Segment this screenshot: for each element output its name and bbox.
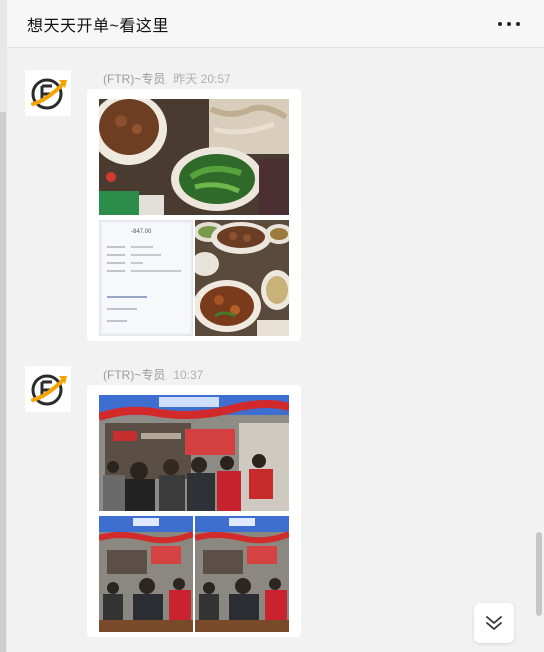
chat-header: 想天天开单~看这里 [7,0,544,48]
sender-line: (FTR)~专员 10:37 [103,366,203,383]
food-soup-photo[interactable] [99,99,289,215]
avatar[interactable] [25,70,71,116]
scroll-to-bottom-button[interactable] [474,603,514,643]
food-dishes-photo[interactable] [195,220,289,336]
image-bubble: -847.00 [87,89,301,341]
ftr-logo-icon [25,366,71,412]
meeting-room-photo-3[interactable] [195,516,289,632]
sender-line: (FTR)~专员 昨天 20:57 [103,70,231,87]
chat-window: 想天天开单~看这里 (FTR)~专员 昨天 20:57 -847.00 (FTR… [0,0,544,652]
meeting-room-photo-2[interactable] [99,516,193,632]
left-panel-edge [0,112,6,652]
scrollbar-thumb[interactable] [536,532,542,616]
receipt-screenshot-photo[interactable]: -847.00 [99,220,193,336]
message-time: 昨天 20:57 [173,72,231,86]
message-time: 10:37 [173,368,204,382]
ftr-logo-icon [25,70,71,116]
sender-name: (FTR)~专员 [103,72,166,86]
more-dots-icon [507,22,511,26]
image-bubble [87,385,301,637]
chat-title: 想天天开单~看这里 [27,17,169,35]
avatar[interactable] [25,366,71,412]
message-list[interactable]: (FTR)~专员 昨天 20:57 -847.00 (FTR)~专员 10:37 [7,48,537,652]
more-options-button[interactable] [498,14,520,34]
meeting-room-photo[interactable] [99,395,289,511]
more-dots-icon [516,22,520,26]
sender-name: (FTR)~专员 [103,368,166,382]
more-dots-icon [498,22,502,26]
receipt-amount: -847.00 [131,229,152,235]
double-chevron-down-icon [486,616,502,630]
